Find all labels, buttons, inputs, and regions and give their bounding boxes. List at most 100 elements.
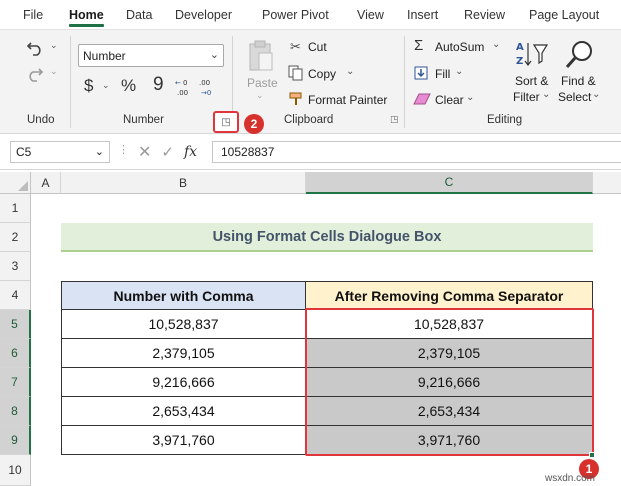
cell-c8[interactable]: 2,653,434 <box>305 396 593 426</box>
ribbon-separator <box>70 36 71 128</box>
cell-b7[interactable]: 9,216,666 <box>61 367 306 397</box>
currency-dropdown-icon[interactable]: ⌄ <box>102 80 110 91</box>
sort-filter-icon[interactable]: AZ <box>514 38 550 72</box>
fill-icon[interactable] <box>413 65 429 81</box>
step-badge-2: 2 <box>244 114 264 134</box>
fill-handle[interactable] <box>589 452 595 458</box>
ribbon-separator <box>404 36 405 128</box>
clipboard-launcher-icon[interactable]: ◳ <box>390 114 399 125</box>
increase-decimal-icon[interactable]: ← 0 .00 <box>174 76 196 98</box>
row-header-2[interactable]: 2 <box>0 223 31 252</box>
insert-function-button[interactable]: fx <box>184 144 197 160</box>
number-format-dialog-launcher[interactable]: ◳ <box>213 111 239 133</box>
format-painter-icon[interactable] <box>287 90 305 108</box>
scissors-icon[interactable]: ✂ <box>290 39 301 55</box>
row-header-3[interactable]: 3 <box>0 252 31 281</box>
svg-text:Z: Z <box>516 56 523 67</box>
svg-text:.00: .00 <box>199 79 210 87</box>
dialog-launcher-icon: ◳ <box>221 116 231 128</box>
cell-c7[interactable]: 9,216,666 <box>305 367 593 397</box>
fill-dropdown-icon[interactable]: ⌄ <box>455 66 463 77</box>
clear-dropdown-icon[interactable]: ⌄ <box>466 92 474 103</box>
redo-dropdown-icon[interactable]: ⌄ <box>50 66 58 77</box>
tab-file[interactable]: File <box>23 0 43 30</box>
number-format-value: Number <box>83 48 126 63</box>
redo-icon[interactable] <box>24 64 46 84</box>
svg-text:0: 0 <box>183 79 187 87</box>
cell-b6[interactable]: 2,379,105 <box>61 338 306 368</box>
sort-filter-label-2[interactable]: Filter <box>513 90 540 104</box>
tab-review[interactable]: Review <box>464 0 505 30</box>
cancel-icon[interactable]: ✕ <box>138 142 151 162</box>
row-header-5[interactable]: 5 <box>0 310 31 339</box>
cell-c6[interactable]: 2,379,105 <box>305 338 593 368</box>
undo-icon[interactable] <box>24 38 46 58</box>
formula-input[interactable]: 10528837 <box>212 141 621 163</box>
cell-b8[interactable]: 2,653,434 <box>61 396 306 426</box>
svg-text:A: A <box>516 42 524 53</box>
clipboard-group-label: Clipboard <box>284 114 334 126</box>
column-header-c[interactable]: C <box>306 172 593 194</box>
cell-b5[interactable]: 10,528,837 <box>61 309 306 339</box>
table-title[interactable]: Using Format Cells Dialogue Box <box>61 223 593 252</box>
paste-icon[interactable] <box>246 38 276 74</box>
ribbon: ⌄ ⌄ Undo Number ⌄ $ ⌄ % 9 ← 0.00 .00 →0 Nu… <box>0 30 621 134</box>
select-all-corner[interactable] <box>0 172 31 194</box>
formula-controls: ✕ ✓ fx <box>130 141 208 163</box>
comma-style-button[interactable]: 9 <box>153 74 164 96</box>
row-header-4[interactable]: 4 <box>0 281 31 310</box>
tab-page-layout[interactable]: Page Layout <box>529 0 599 30</box>
tab-data[interactable]: Data <box>126 0 152 30</box>
percent-button[interactable]: % <box>121 76 136 96</box>
tab-insert[interactable]: Insert <box>407 0 438 30</box>
tab-view[interactable]: View <box>357 0 384 30</box>
grip-icon: ⋮ <box>118 144 129 156</box>
number-group-label: Number <box>123 114 164 126</box>
clear-button[interactable]: Clear <box>435 93 464 107</box>
cell-b9[interactable]: 3,971,760 <box>61 425 306 455</box>
svg-text:←: ← <box>175 79 181 87</box>
column-header-b[interactable]: B <box>61 172 306 194</box>
sort-filter-dropdown-icon[interactable]: ⌄ <box>542 89 550 100</box>
paste-button[interactable]: Paste <box>247 76 278 90</box>
eraser-icon[interactable] <box>412 91 432 107</box>
autosum-button[interactable]: AutoSum <box>435 40 484 54</box>
row-header-10[interactable]: 10 <box>0 455 31 486</box>
tab-power-pivot[interactable]: Power Pivot <box>262 0 329 30</box>
enter-icon[interactable]: ✓ <box>161 143 174 161</box>
cell-c9[interactable]: 3,971,760 <box>305 425 593 455</box>
paste-dropdown-icon[interactable]: ⌄ <box>256 90 264 101</box>
find-select-label-1[interactable]: Find & <box>561 74 596 88</box>
number-format-select[interactable]: Number ⌄ <box>78 44 224 67</box>
undo-group-label: Undo <box>27 114 55 126</box>
copy-icon[interactable] <box>287 64 305 82</box>
name-box[interactable]: C5 ⌄ <box>10 141 110 163</box>
row-header-7[interactable]: 7 <box>0 368 31 397</box>
currency-button[interactable]: $ <box>84 76 93 96</box>
header-after-removing-comma[interactable]: After Removing Comma Separator <box>305 281 593 310</box>
cut-button[interactable]: Cut <box>308 40 327 54</box>
row-header-6[interactable]: 6 <box>0 339 31 368</box>
copy-button[interactable]: Copy <box>308 67 336 81</box>
autosum-dropdown-icon[interactable]: ⌄ <box>492 39 500 50</box>
undo-dropdown-icon[interactable]: ⌄ <box>50 40 58 51</box>
formula-bar: C5 ⌄ ⋮ ✕ ✓ fx 10528837 <box>0 134 621 170</box>
copy-dropdown-icon[interactable]: ⌄ <box>346 66 354 77</box>
tab-home[interactable]: Home <box>69 0 104 30</box>
decrease-decimal-icon[interactable]: .00 →0 <box>198 76 220 98</box>
row-header-8[interactable]: 8 <box>0 397 31 426</box>
row-header-9[interactable]: 9 <box>0 426 31 455</box>
autosum-icon[interactable]: Σ <box>414 37 423 54</box>
find-select-dropdown-icon[interactable]: ⌄ <box>592 89 600 100</box>
sort-filter-label-1[interactable]: Sort & <box>515 74 548 88</box>
fill-button[interactable]: Fill <box>435 67 450 81</box>
cell-c5[interactable]: 10,528,837 <box>305 309 593 339</box>
column-header-a[interactable]: A <box>31 172 61 194</box>
svg-text:→0: →0 <box>201 89 211 97</box>
row-header-1[interactable]: 1 <box>0 194 31 223</box>
find-select-icon[interactable] <box>563 38 597 72</box>
header-number-with-comma[interactable]: Number with Comma <box>61 281 306 310</box>
tab-developer[interactable]: Developer <box>175 0 232 30</box>
find-select-label-2[interactable]: Select <box>558 90 591 104</box>
format-painter-button[interactable]: Format Painter <box>308 93 387 107</box>
